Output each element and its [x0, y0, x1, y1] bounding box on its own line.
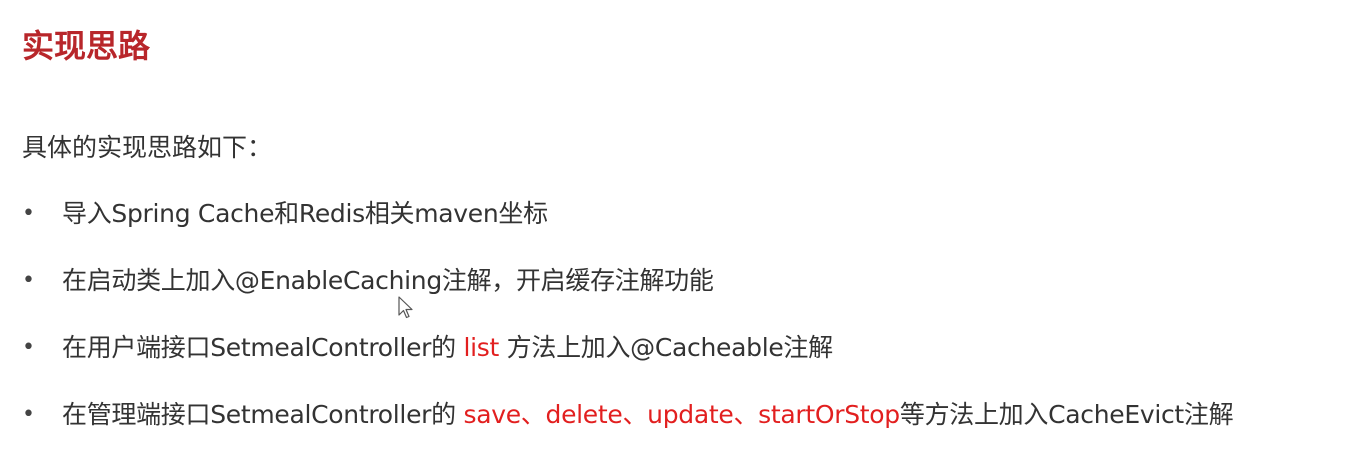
page-title: 实现思路 [22, 27, 151, 65]
bullet-text: 在用户端接口SetmealController的 list 方法上加入@Cach… [62, 328, 833, 368]
bullet-text: 导入Spring Cache和Redis相关maven坐标 [62, 194, 548, 234]
bullet-text-highlight: list [463, 333, 500, 362]
bullet-text: 在启动类上加入@EnableCaching注解，开启缓存注解功能 [62, 261, 714, 301]
bullet-dot: • [22, 402, 35, 427]
bullet-dot: • [22, 268, 35, 293]
bullet-text-post: 等方法上加入CacheEvict注解 [899, 400, 1234, 429]
bullet-text-pre: 导入Spring Cache和Redis相关maven坐标 [62, 199, 548, 228]
intro-text: 具体的实现思路如下： [22, 133, 273, 162]
bullet-text-pre: 在管理端接口SetmealController的 [62, 400, 464, 429]
bullet-text-pre: 在用户端接口SetmealController的 [62, 333, 464, 362]
bullet-text: 在管理端接口SetmealController的 save、delete、upd… [62, 395, 1234, 435]
bullet-dot: • [22, 335, 35, 360]
mouse-pointer-icon [398, 296, 413, 319]
bullet-text-pre: 在启动类上加入@EnableCaching注解，开启缓存注解功能 [62, 266, 714, 295]
bullet-text-post: 方法上加入@Cacheable注解 [499, 333, 833, 362]
bullet-text-highlight: save、delete、update、startOrStop [463, 400, 900, 429]
bullet-dot: • [22, 201, 35, 226]
